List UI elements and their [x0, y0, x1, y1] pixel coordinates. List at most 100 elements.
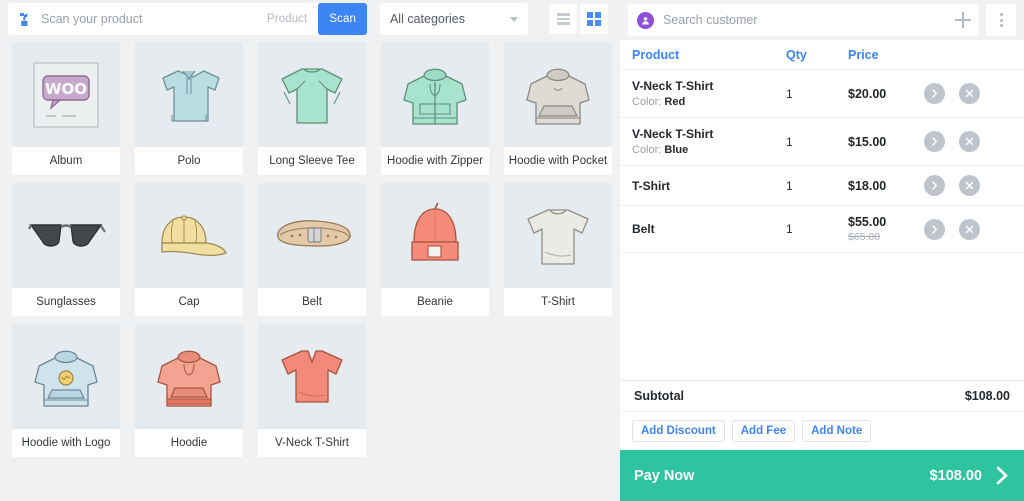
product-name: Album — [12, 147, 120, 175]
svg-text:WOO: WOO — [45, 80, 87, 98]
cart-item-details-button[interactable] — [924, 83, 945, 104]
product-card[interactable]: Long Sleeve Tee — [258, 42, 366, 175]
product-name: Hoodie with Logo — [12, 429, 120, 457]
cart-item-details-button[interactable] — [924, 218, 945, 240]
cart-menu-button[interactable] — [986, 4, 1016, 36]
col-product: Product — [632, 47, 680, 62]
cart-item-meta: Color: Blue — [632, 144, 689, 156]
product-image — [381, 183, 489, 288]
cart-item-details-button[interactable] — [924, 175, 945, 196]
cart-item-name: T-Shirt — [632, 178, 670, 193]
cart-item-actions — [924, 131, 1012, 152]
product-toolbar: Product Scan All categories — [0, 0, 620, 38]
product-name: Hoodie with Zipper — [381, 147, 489, 175]
customer-search-wrap[interactable] — [628, 4, 979, 36]
product-card[interactable]: Hoodie with Zipper — [381, 42, 489, 175]
product-card[interactable]: Belt — [258, 183, 366, 316]
product-card[interactable]: Beanie — [381, 183, 489, 316]
product-name: Cap — [135, 288, 243, 316]
product-image — [504, 183, 612, 288]
cart-row[interactable]: T-Shirt 1 $18.00 — [620, 166, 1024, 206]
grid-view-button[interactable] — [580, 4, 608, 34]
grid-view-icon — [587, 12, 601, 26]
cart-item-actions — [924, 175, 1012, 196]
customer-search-input[interactable] — [663, 13, 946, 27]
product-name: Long Sleeve Tee — [258, 147, 366, 175]
cart-action-buttons: Add Discount Add Fee Add Note — [620, 412, 1024, 450]
cart-item-name: Belt — [632, 222, 655, 236]
cart-item-name: V-Neck T-Shirt — [632, 127, 714, 141]
cart-item-remove-button[interactable] — [959, 175, 980, 196]
subtotal-value: $108.00 — [964, 389, 1010, 403]
subtotal-row: Subtotal $108.00 — [620, 380, 1024, 412]
pos-app: Product Scan All categories — [0, 0, 1024, 501]
chevron-right-icon — [996, 466, 1008, 485]
pay-now-label: Pay Now — [634, 467, 695, 484]
cart-row[interactable]: V-Neck T-Shirt Color: Red 1 $20.00 — [620, 70, 1024, 118]
product-card[interactable]: Hoodie — [135, 324, 243, 457]
cart-item-remove-button[interactable] — [959, 83, 980, 104]
cart-item-original-price: $65.00 — [848, 231, 881, 243]
cart-item-meta: Color: Red — [632, 96, 686, 108]
add-customer-icon[interactable] — [955, 12, 971, 28]
product-card[interactable]: T-Shirt — [504, 183, 612, 316]
cart-row[interactable]: Belt 1 $55.00 $65.00 — [620, 206, 1024, 253]
segment-scan[interactable]: Scan — [318, 3, 367, 35]
product-image — [12, 324, 120, 429]
product-card[interactable]: Hoodie with Pocket — [504, 42, 612, 175]
segment-product[interactable]: Product — [256, 3, 319, 35]
cart-panel: Product Qty Price V-Neck T-Shirt Color: R… — [620, 0, 1024, 501]
product-image — [258, 324, 366, 429]
cart-item-actions — [924, 83, 1012, 104]
product-name: Belt — [258, 288, 366, 316]
add-fee-button[interactable]: Add Fee — [731, 420, 796, 442]
cart-rows: V-Neck T-Shirt Color: Red 1 $20.00 V-Neck T-… — [620, 70, 1024, 380]
product-card[interactable]: V-Neck T-Shirt — [258, 324, 366, 457]
product-image — [135, 183, 243, 288]
product-card[interactable]: Sunglasses — [12, 183, 120, 316]
product-image: WOO — [12, 42, 120, 147]
cart-item-name: V-Neck T-Shirt — [632, 79, 714, 93]
category-select-value: All categories — [389, 12, 466, 26]
product-name: V-Neck T-Shirt — [258, 429, 366, 457]
product-card[interactable]: Polo — [135, 42, 243, 175]
product-name: Polo — [135, 147, 243, 175]
cart-item-price: $15.00 — [848, 134, 887, 149]
add-discount-button[interactable]: Add Discount — [632, 420, 725, 442]
product-card[interactable]: Hoodie with Logo — [12, 324, 120, 457]
pay-now-button[interactable]: Pay Now $108.00 — [620, 450, 1024, 501]
pay-now-total: $108.00 — [929, 467, 982, 484]
view-toggle — [549, 4, 612, 34]
list-view-icon — [556, 13, 570, 25]
customer-avatar-icon — [637, 11, 654, 29]
product-name: Hoodie with Pocket — [504, 147, 612, 175]
product-card[interactable]: Cap — [135, 183, 243, 316]
cart-item-remove-button[interactable] — [959, 218, 980, 240]
add-note-button[interactable]: Add Note — [802, 420, 872, 442]
col-qty: Qty — [786, 47, 807, 62]
cart-item-qty: 1 — [786, 86, 793, 101]
cart-item-qty: 1 — [786, 178, 793, 193]
product-image — [258, 183, 366, 288]
category-select[interactable]: All categories — [379, 3, 528, 35]
product-image — [504, 42, 612, 147]
product-image — [135, 324, 243, 429]
product-name: Hoodie — [135, 429, 243, 457]
cart-item-remove-button[interactable] — [959, 131, 980, 152]
product-card[interactable]: WOO Album — [12, 42, 120, 175]
cart-item-price: $55.00 $65.00 — [848, 215, 924, 243]
scan-input-wrap[interactable] — [8, 3, 256, 35]
cart-item-price: $18.00 — [848, 178, 887, 193]
product-panel: Product Scan All categories — [0, 0, 620, 501]
cart-item-details-button[interactable] — [924, 131, 945, 152]
cart-item-actions — [924, 218, 1012, 240]
product-name: Beanie — [381, 288, 489, 316]
product-scan-toggle: Product Scan — [256, 3, 367, 35]
product-name: Sunglasses — [12, 288, 120, 316]
list-view-button[interactable] — [549, 4, 577, 34]
cart-row[interactable]: V-Neck T-Shirt Color: Blue 1 $15.00 — [620, 118, 1024, 166]
product-grid-scroll[interactable]: WOO Album Polo Long Sleeve Tee Hoodie wi… — [0, 38, 620, 501]
scan-input[interactable] — [41, 12, 241, 26]
chevron-down-icon — [509, 16, 518, 22]
barcode-scanner-icon — [18, 12, 33, 27]
